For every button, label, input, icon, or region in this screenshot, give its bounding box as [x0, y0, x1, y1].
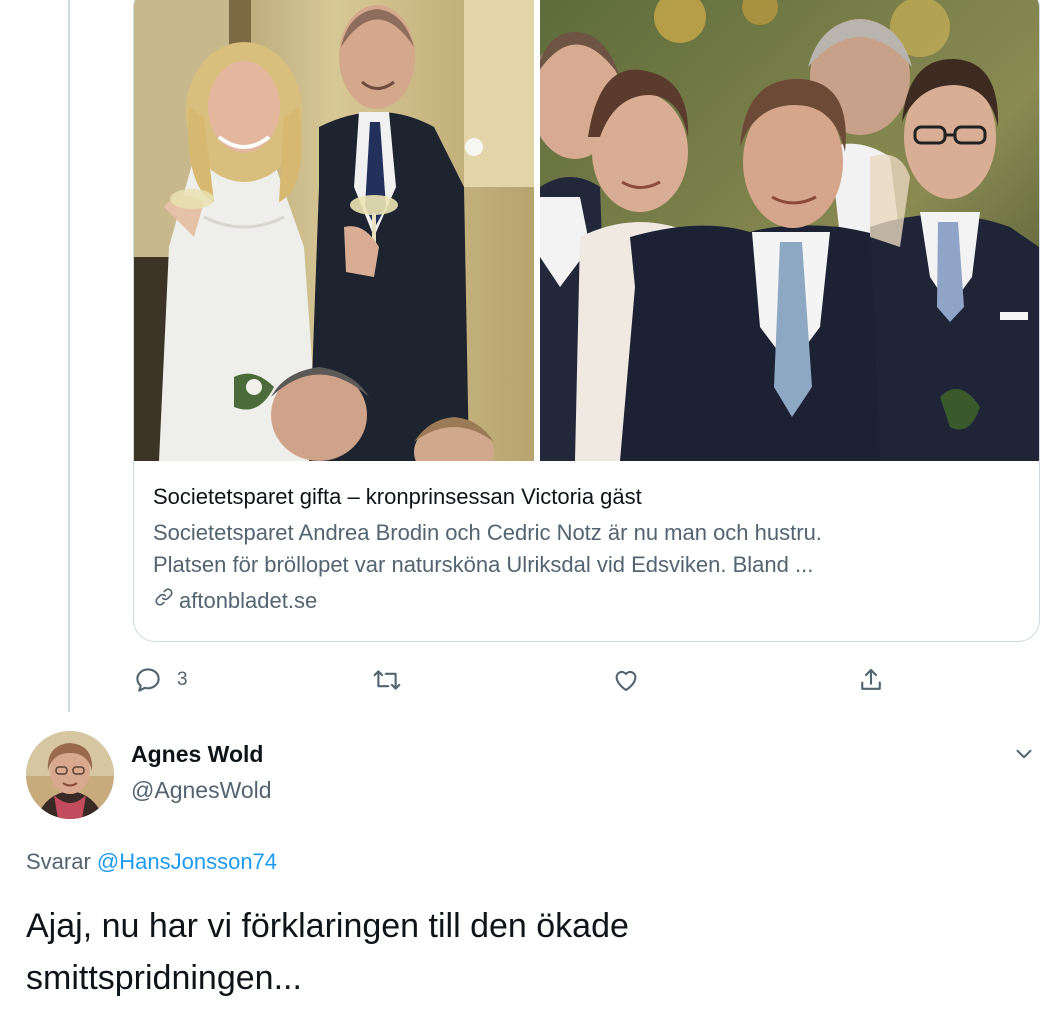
author-name[interactable]: Agnes Wold [131, 741, 263, 768]
link-preview-card[interactable]: Societetsparet gifta – kronprinsessan Vi… [133, 0, 1040, 642]
reply-prefix: Svarar [26, 849, 91, 874]
like-button[interactable] [611, 662, 641, 698]
card-description: Societetsparet Andrea Brodin och Cedric … [153, 517, 1023, 581]
wedding-guests-photo [540, 0, 1039, 461]
card-domain[interactable]: aftonbladet.se [153, 585, 1023, 617]
reply-count: 3 [177, 669, 188, 690]
reply-icon [133, 665, 163, 695]
wedding-couple-photo [134, 0, 534, 461]
reply-context: Svarar @HansJonsson74 [26, 849, 277, 875]
tweet-text: Ajaj, nu har vi förklaringen till den ök… [26, 900, 1026, 1004]
share-icon [856, 665, 886, 695]
card-text-block[interactable]: Societetsparet gifta – kronprinsessan Vi… [153, 481, 1023, 617]
card-description-line-2: Platsen för bröllopet var natursköna Ulr… [153, 552, 814, 577]
link-icon [153, 585, 175, 617]
chevron-down-icon[interactable] [1011, 741, 1037, 767]
share-button[interactable] [856, 662, 886, 698]
tweet-text-line-1: Ajaj, nu har vi förklaringen till den ök… [26, 907, 629, 945]
retweet-button[interactable] [371, 662, 403, 698]
tweet-action-bar: 3 [133, 662, 913, 698]
retweet-icon [371, 665, 403, 695]
author-handle[interactable]: @AgnesWold [131, 777, 272, 804]
card-description-line-1: Societetsparet Andrea Brodin och Cedric … [153, 520, 822, 545]
thread-connector-line [68, 0, 70, 712]
avatar[interactable] [26, 731, 114, 819]
reply-mention-link[interactable]: @HansJonsson74 [97, 849, 277, 874]
tweet-text-line-2: smittspridningen... [26, 959, 302, 997]
card-title[interactable]: Societetsparet gifta – kronprinsessan Vi… [153, 481, 1023, 513]
like-icon [611, 665, 641, 695]
reply-button[interactable]: 3 [133, 662, 188, 698]
card-image[interactable] [134, 0, 1039, 461]
card-domain-text[interactable]: aftonbladet.se [179, 585, 317, 617]
